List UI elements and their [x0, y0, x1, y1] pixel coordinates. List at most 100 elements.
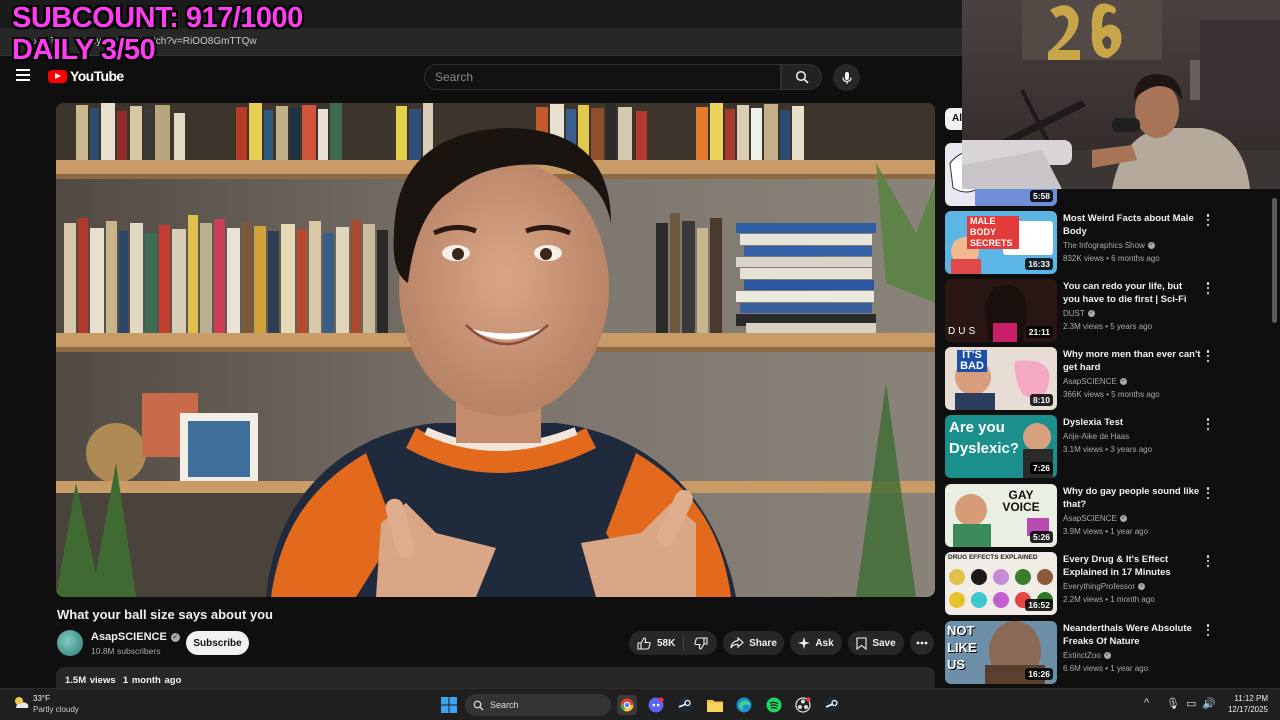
recommended-video[interactable]: Are you Dyslexic? 7:26 Dyslexia Test Ari…: [945, 415, 1275, 479]
thumbnail[interactable]: GAY VOICE 5:26: [945, 484, 1057, 547]
ask-button[interactable]: Ask: [790, 631, 842, 655]
channel-name[interactable]: EverythingProfessor: [1063, 582, 1135, 591]
voice-search-button[interactable]: [833, 64, 860, 91]
video-title[interactable]: Every Drug & It's Effect Explained in 17…: [1063, 553, 1201, 579]
video-duration: 8:10: [1029, 394, 1053, 406]
channel-name-row[interactable]: AsapSCIENCE ✓: [91, 631, 180, 643]
microphone-icon[interactable]: 🎙: [1166, 697, 1180, 710]
channel-name[interactable]: The Infographics Show: [1063, 241, 1145, 250]
discord-app-icon[interactable]: [646, 695, 666, 715]
more-vertical-icon[interactable]: [1203, 349, 1213, 363]
spotify-app-icon[interactable]: [764, 695, 784, 715]
channel-avatar[interactable]: [57, 630, 83, 656]
video-title[interactable]: You can redo your life, but you have to …: [1063, 280, 1201, 306]
thumbnail[interactable]: MALE BODY SECRETS 16:33: [945, 211, 1057, 274]
search-button[interactable]: [781, 64, 822, 90]
channel-row[interactable]: AsapSCIENCE ✓: [1063, 377, 1127, 386]
more-vertical-icon[interactable]: [1203, 486, 1213, 500]
clock-time[interactable]: 11:12 PM: [1222, 694, 1268, 703]
recommended-video[interactable]: MALE BODY SECRETS 16:33 Most Weird Facts…: [945, 211, 1275, 275]
video-duration: 16:26: [1025, 668, 1053, 680]
sidebar-scrollbar[interactable]: [1270, 190, 1278, 686]
obs-app-icon[interactable]: [793, 695, 813, 715]
taskbar-search[interactable]: Search: [465, 694, 611, 716]
video-player[interactable]: [56, 103, 935, 597]
bookmark-icon: [856, 636, 867, 650]
channel-row[interactable]: AsapSCIENCE ✓: [1063, 514, 1127, 523]
weather-description[interactable]: Partly cloudy: [33, 705, 79, 714]
file-explorer-icon[interactable]: [705, 695, 725, 715]
channel-name[interactable]: Arije-Aike de Haas: [1063, 432, 1129, 441]
channel-row[interactable]: ExtinctZoo ✓: [1063, 651, 1111, 660]
sparkle-icon: [798, 637, 811, 649]
more-vertical-icon[interactable]: [1203, 417, 1213, 431]
thumbnail[interactable]: Are you Dyslexic? 7:26: [945, 415, 1057, 478]
search-input[interactable]: [425, 65, 780, 89]
windows-logo-icon: [441, 697, 457, 713]
volume-icon[interactable]: 🔊: [1202, 697, 1216, 710]
recommended-video[interactable]: NOT LIKE US 16:26 Neanderthals Were Abso…: [945, 621, 1275, 685]
more-vertical-icon[interactable]: [1203, 554, 1213, 568]
channel-name[interactable]: AsapSCIENCE: [1063, 377, 1117, 386]
stream-overlay: SUBCOUNT: 917/1000 DAILY 3/50: [12, 2, 303, 66]
recommended-video[interactable]: IT'S BAD 8:10 Why more men than ever can…: [945, 347, 1275, 411]
clock-date[interactable]: 12/17/2025: [1222, 705, 1268, 714]
channel-row[interactable]: The Infographics Show ✓: [1063, 241, 1155, 250]
like-button[interactable]: 58K: [629, 635, 684, 651]
hamburger-menu-icon[interactable]: [16, 69, 30, 81]
video-title[interactable]: Why do gay people sound like that?: [1063, 485, 1201, 511]
steam-app-icon[interactable]: [675, 695, 695, 715]
subcount-text: SUBCOUNT: 917/1000: [12, 2, 303, 34]
thumbs-up-icon: [637, 636, 651, 650]
partly-cloudy-icon[interactable]: [12, 694, 30, 712]
video-title[interactable]: Most Weird Facts about Male Body: [1063, 212, 1201, 238]
channel-row[interactable]: Arije-Aike de Haas: [1063, 432, 1129, 441]
video-duration: 21:11: [1025, 326, 1053, 338]
edge-app-icon[interactable]: [734, 695, 754, 715]
channel-row[interactable]: DUST ✓: [1063, 309, 1095, 318]
verified-check-icon: ✓: [1138, 583, 1146, 590]
webcam-overlay: [962, 0, 1280, 189]
screen: ‹ › ↻ ...yo...e....n/watch?v=RiOO8GmTTQw…: [0, 0, 1280, 720]
weather-temperature[interactable]: 33°F: [33, 694, 50, 703]
start-button[interactable]: [439, 695, 459, 715]
channel-name[interactable]: AsapSCIENCE: [1063, 514, 1117, 523]
channel-name[interactable]: AsapSCIENCE: [91, 631, 167, 643]
steam-app-icon-2[interactable]: [822, 695, 842, 715]
youtube-logo[interactable]: YouTube: [48, 68, 124, 84]
thumbnail[interactable]: DUS 21:11: [945, 279, 1057, 342]
channel-row[interactable]: EverythingProfessor ✓: [1063, 582, 1146, 591]
scrollbar-thumb[interactable]: [1272, 198, 1277, 323]
microphone-icon: [841, 71, 852, 84]
view-count: 1.5M views: [65, 675, 116, 686]
youtube-wordmark: YouTube: [70, 68, 124, 84]
video-title[interactable]: Why more men than ever can't get hard: [1063, 348, 1201, 374]
verified-check-icon: ✓: [1147, 242, 1155, 249]
thumbnail[interactable]: NOT LIKE US 16:26: [945, 621, 1057, 684]
chevron-up-icon[interactable]: ^: [1144, 697, 1149, 709]
recommended-video[interactable]: DUS 21:11 You can redo your life, but yo…: [945, 279, 1275, 343]
save-button[interactable]: Save: [848, 631, 904, 655]
thumbnail[interactable]: DRUG EFFECTS EXPLAINED 16:52: [945, 552, 1057, 615]
thumbnail[interactable]: IT'S BAD 8:10: [945, 347, 1057, 410]
video-meta: 3.1M views • 3 years ago: [1063, 445, 1153, 454]
recommended-video[interactable]: DRUG EFFECTS EXPLAINED 16:52 Every Drug …: [945, 552, 1275, 616]
dislike-button[interactable]: [684, 636, 717, 650]
more-vertical-icon[interactable]: [1203, 213, 1213, 227]
subscribe-button[interactable]: Subscribe: [186, 631, 249, 655]
subscriber-count: 10.8M subscribers: [91, 646, 161, 656]
share-button[interactable]: Share: [723, 631, 784, 655]
more-actions-button[interactable]: [910, 631, 934, 655]
like-dislike-group: 58K: [629, 631, 717, 655]
network-icon[interactable]: ▭: [1186, 697, 1196, 710]
channel-name[interactable]: ExtinctZoo: [1063, 651, 1101, 660]
channel-name[interactable]: DUST: [1063, 309, 1085, 318]
more-vertical-icon[interactable]: [1203, 623, 1213, 637]
more-vertical-icon[interactable]: [1203, 281, 1213, 295]
video-title[interactable]: Neanderthals Were Absolute Freaks Of Nat…: [1063, 622, 1201, 648]
recommended-video[interactable]: GAY VOICE 5:26 Why do gay people sound l…: [945, 484, 1275, 548]
search-icon: [473, 700, 484, 710]
chrome-app-icon[interactable]: [617, 695, 637, 715]
video-duration: 16:33: [1025, 258, 1053, 270]
video-title[interactable]: Dyslexia Test: [1063, 416, 1201, 429]
